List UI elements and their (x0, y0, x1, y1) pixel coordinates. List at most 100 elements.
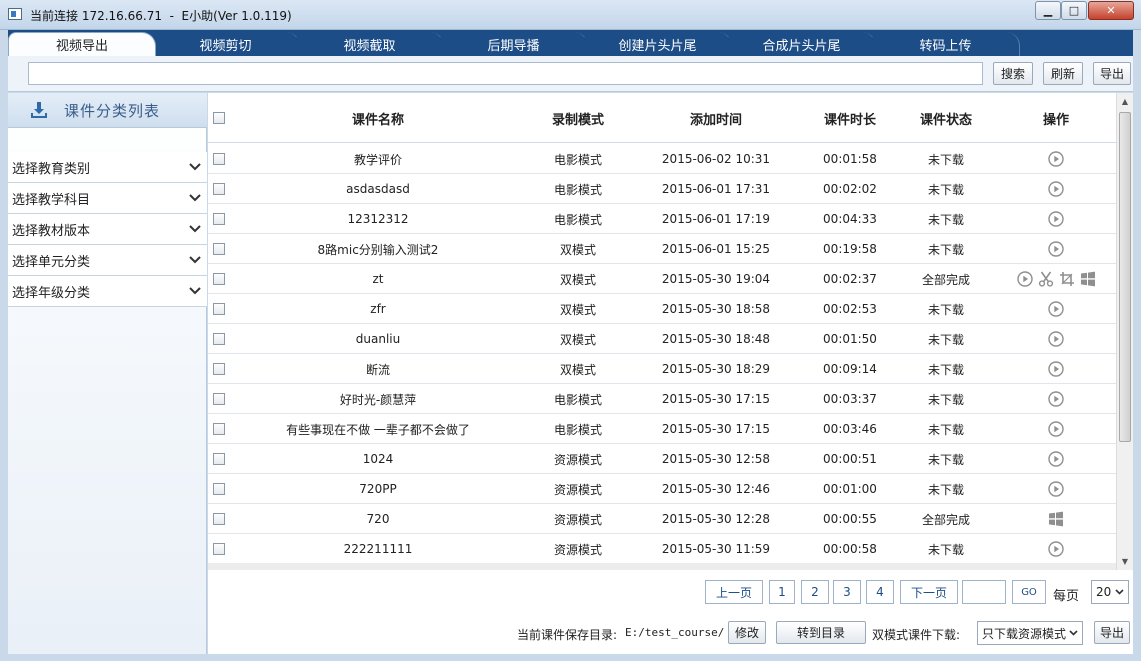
title-bar: 当前连接 172.16.66.71 - E小助(Ver 1.0.119) ▁ □… (0, 0, 1141, 30)
row-checkbox[interactable] (213, 273, 225, 285)
maximize-button[interactable]: □ (1061, 1, 1087, 20)
table-row[interactable]: 720 资源模式 2015-05-30 12:28 00:00:55 全部完成 (208, 504, 1116, 534)
row-actions (998, 504, 1114, 534)
play-icon[interactable] (1048, 541, 1064, 557)
search-button[interactable]: 搜索 (993, 62, 1033, 85)
page-4-button[interactable]: 4 (866, 580, 894, 604)
recording-mode: 电影模式 (553, 212, 602, 227)
prev-page-button[interactable]: 上一页 (705, 580, 763, 604)
category-education-type[interactable]: 选择教育类别 (8, 152, 207, 183)
table-row[interactable]: duanliu 双模式 2015-05-30 18:48 00:01:50 未下载 (208, 324, 1116, 354)
play-icon[interactable] (1048, 331, 1064, 347)
row-checkbox[interactable] (213, 483, 225, 495)
course-duration: 00:02:37 (823, 272, 877, 286)
refresh-button[interactable]: 刷新 (1043, 62, 1083, 85)
added-time: 2015-06-01 15:25 (661, 242, 771, 256)
page-1-button[interactable]: 1 (769, 580, 795, 604)
play-icon[interactable] (1048, 421, 1064, 437)
row-checkbox[interactable] (213, 243, 225, 255)
table-header: 课件名称 录制模式 添加时间 课件时长 课件状态 操作 (208, 93, 1116, 143)
row-checkbox[interactable] (213, 393, 225, 405)
play-icon[interactable] (1048, 481, 1064, 497)
row-checkbox[interactable] (213, 333, 225, 345)
windows-icon[interactable] (1080, 271, 1096, 287)
footer-panel: 上一页 1 2 3 4 下一页 GO 每页 20 当前课件保存目录: E:/te… (208, 570, 1133, 654)
play-icon[interactable] (1048, 361, 1064, 377)
row-actions (998, 324, 1114, 354)
play-icon[interactable] (1016, 271, 1033, 287)
row-checkbox[interactable] (213, 513, 225, 525)
row-actions (998, 144, 1114, 174)
minimize-button[interactable]: ▁ (1035, 1, 1061, 20)
tab-video-capture[interactable]: 视频截取 (296, 32, 444, 56)
course-status: 未下载 (927, 242, 964, 257)
recording-mode: 双模式 (559, 332, 596, 347)
tab-post-director[interactable]: 后期导播 (440, 32, 588, 56)
tab-create-intro-outro[interactable]: 创建片头片尾 (584, 32, 732, 56)
footer-export-button[interactable]: 导出 (1094, 621, 1130, 644)
per-page-select[interactable]: 20 (1091, 580, 1129, 604)
play-icon[interactable] (1048, 241, 1064, 257)
row-checkbox[interactable] (213, 213, 225, 225)
table-row[interactable]: 教学评价 电影模式 2015-06-02 10:31 00:01:58 未下载 (208, 144, 1116, 174)
category-grade[interactable]: 选择年级分类 (8, 276, 207, 307)
tab-video-export[interactable]: 视频导出 (8, 32, 156, 56)
vertical-scrollbar[interactable]: ▲ ▼ (1116, 93, 1133, 570)
table-row[interactable]: 好时光-颜慧萍 电影模式 2015-05-30 17:15 00:03:37 未下载 (208, 384, 1116, 414)
page-3-button[interactable]: 3 (833, 580, 861, 604)
row-checkbox[interactable] (213, 543, 225, 555)
page-2-button[interactable]: 2 (801, 580, 829, 604)
row-checkbox[interactable] (213, 453, 225, 465)
table-row[interactable]: 12312312 电影模式 2015-06-01 17:19 00:04:33 未下载 (208, 204, 1116, 234)
course-status: 未下载 (927, 302, 964, 317)
tab-transcode-upload[interactable]: 转码上传 (872, 32, 1020, 56)
play-icon[interactable] (1048, 391, 1064, 407)
table-row[interactable]: zt 双模式 2015-05-30 19:04 00:02:37 全部完成 (208, 264, 1116, 294)
modify-dir-button[interactable]: 修改 (728, 621, 766, 644)
scroll-up-arrow-icon[interactable]: ▲ (1117, 93, 1133, 110)
play-icon[interactable] (1048, 181, 1064, 197)
table-row[interactable]: 222211111 资源模式 2015-05-30 11:59 00:00:58 未下载 (208, 534, 1116, 564)
export-button[interactable]: 导出 (1093, 62, 1131, 85)
table-row[interactable]: 720PP 资源模式 2015-05-30 12:46 00:01:00 未下载 (208, 474, 1116, 504)
table-row[interactable]: 有些事现在不做 一辈子都不会做了 电影模式 2015-05-30 17:15 00:0… (208, 414, 1116, 444)
horizontal-scrollbar[interactable] (208, 563, 1116, 570)
row-checkbox[interactable] (213, 153, 225, 165)
table-row[interactable]: 1024 资源模式 2015-05-30 12:58 00:00:51 未下载 (208, 444, 1116, 474)
goto-dir-button[interactable]: 转到目录 (776, 621, 866, 644)
chevron-down-icon (189, 225, 201, 233)
table-row[interactable]: zfr 双模式 2015-05-30 18:58 00:02:53 未下载 (208, 294, 1116, 324)
crop-icon[interactable] (1059, 271, 1075, 287)
row-checkbox[interactable] (213, 303, 225, 315)
table-row[interactable]: asdasdasd 电影模式 2015-06-01 17:31 00:02:02 未下载 (208, 174, 1116, 204)
category-textbook-version[interactable]: 选择教材版本 (8, 214, 207, 245)
category-unit[interactable]: 选择单元分类 (8, 245, 207, 276)
scissors-icon[interactable] (1038, 271, 1054, 287)
dual-mode-select[interactable]: 只下载资源模式 (977, 621, 1083, 645)
close-button[interactable]: ✕ (1088, 1, 1134, 20)
course-duration: 00:02:02 (823, 182, 877, 196)
chevron-down-icon (189, 287, 201, 295)
recording-mode: 电影模式 (553, 152, 602, 167)
select-all-checkbox[interactable] (213, 112, 225, 124)
row-checkbox[interactable] (213, 183, 225, 195)
play-icon[interactable] (1048, 151, 1064, 167)
table-row[interactable]: 断流 双模式 2015-05-30 18:29 00:09:14 未下载 (208, 354, 1116, 384)
windows-icon[interactable] (1048, 511, 1064, 527)
scroll-thumb[interactable] (1119, 112, 1131, 442)
tab-merge-intro-outro[interactable]: 合成片头片尾 (728, 32, 876, 56)
row-checkbox[interactable] (213, 423, 225, 435)
next-page-button[interactable]: 下一页 (900, 580, 958, 604)
search-input[interactable] (28, 62, 983, 85)
tab-video-cut[interactable]: 视频剪切 (152, 32, 300, 56)
play-icon[interactable] (1048, 301, 1064, 317)
play-icon[interactable] (1048, 451, 1064, 467)
category-subject[interactable]: 选择教学科目 (8, 183, 207, 214)
page-number-input[interactable] (962, 580, 1006, 604)
play-icon[interactable] (1048, 211, 1064, 227)
row-checkbox[interactable] (213, 363, 225, 375)
course-duration: 00:01:50 (823, 332, 877, 346)
scroll-down-arrow-icon[interactable]: ▼ (1117, 553, 1133, 570)
table-row[interactable]: 8路mic分别输入测试2 双模式 2015-06-01 15:25 00:19:58 未… (208, 234, 1116, 264)
go-button[interactable]: GO (1012, 580, 1046, 604)
